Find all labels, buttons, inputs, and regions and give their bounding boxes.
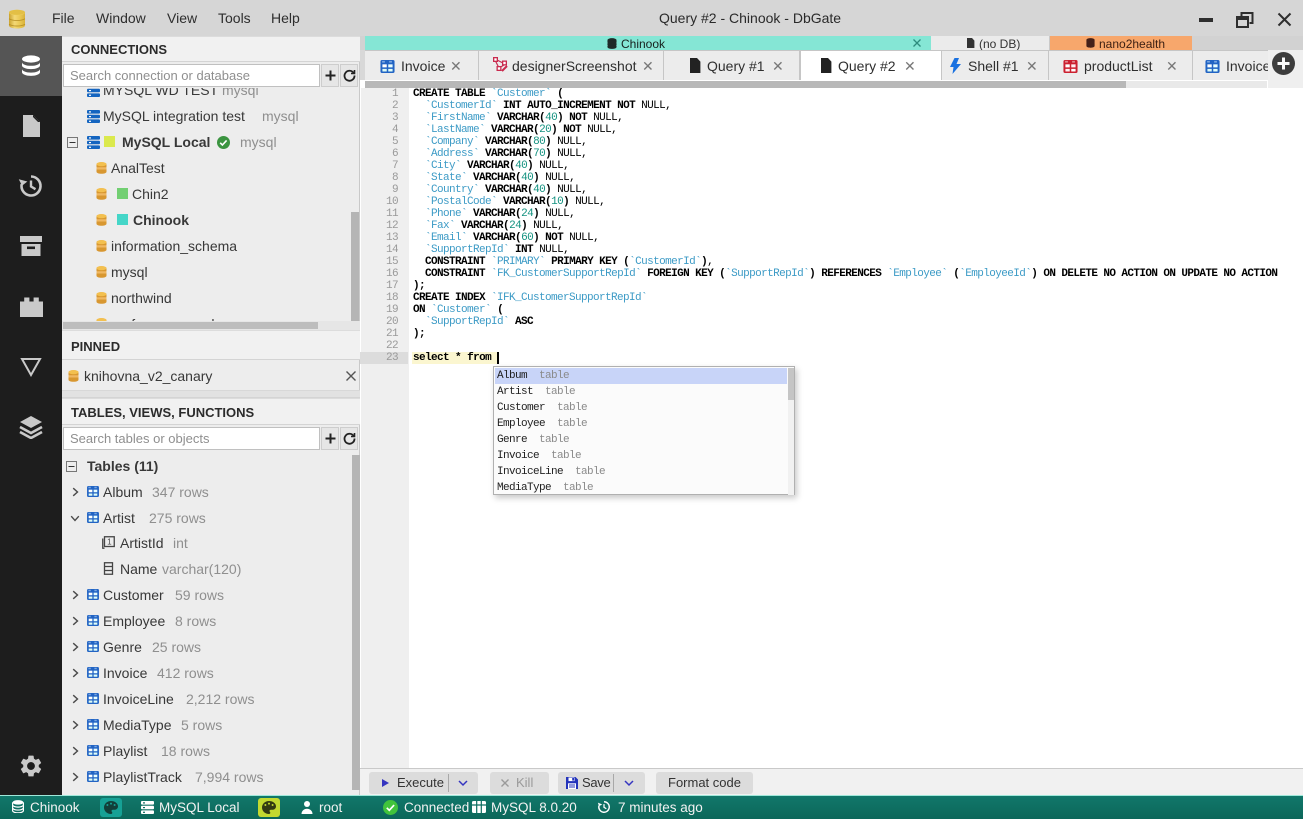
svg-text:1: 1 xyxy=(107,538,112,547)
